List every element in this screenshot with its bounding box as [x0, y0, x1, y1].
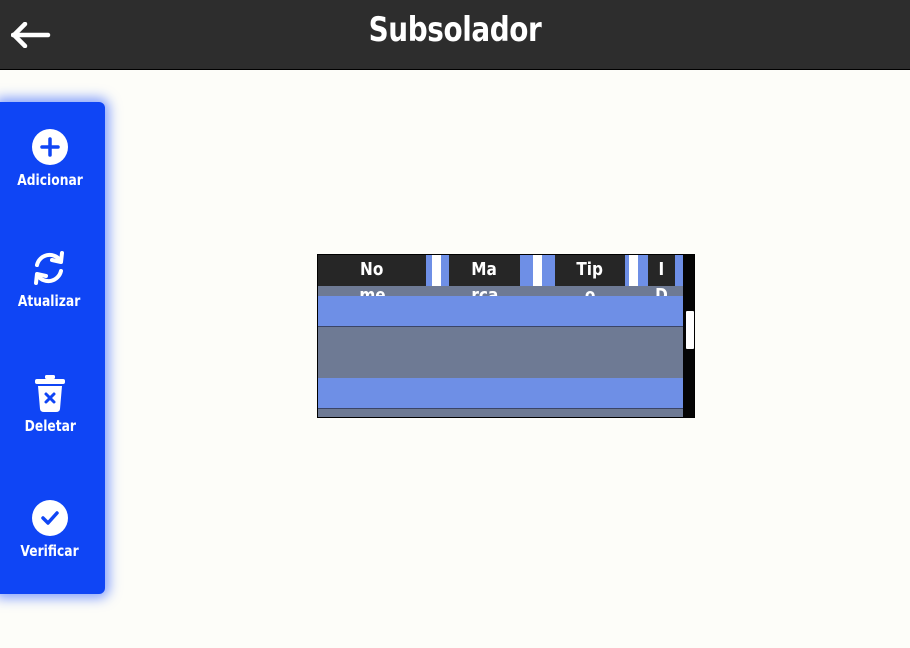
- scrollbar-thumb[interactable]: [686, 311, 694, 349]
- table-header: No me Ma rca Tip o I D: [318, 255, 683, 306]
- arrow-left-icon: [11, 22, 51, 48]
- column-header-nome[interactable]: No me: [318, 255, 426, 306]
- column-header-marca[interactable]: Ma rca: [449, 255, 520, 306]
- verify-button[interactable]: Verificar: [0, 498, 100, 588]
- refresh-button-label: Atualizar: [17, 292, 81, 310]
- column-resize-handle[interactable]: [629, 255, 638, 286]
- table-row[interactable]: [318, 378, 683, 409]
- refresh-button[interactable]: Atualizar: [0, 248, 99, 338]
- column-resize-handle[interactable]: [432, 255, 441, 286]
- add-button-label: Adicionar: [17, 171, 83, 189]
- delete-button[interactable]: Deletar: [0, 373, 100, 463]
- table-row[interactable]: [318, 296, 683, 327]
- app-header: Subsolador: [0, 0, 910, 70]
- data-table: No me Ma rca Tip o I D: [317, 254, 695, 418]
- plus-circle-icon: [30, 127, 70, 167]
- verify-button-label: Verificar: [20, 542, 80, 560]
- delete-button-label: Deletar: [24, 417, 76, 435]
- table-scrollbar[interactable]: [683, 255, 694, 417]
- check-circle-icon: [30, 498, 70, 538]
- add-button[interactable]: Adicionar: [0, 127, 100, 217]
- page-title: Subsolador: [368, 10, 542, 50]
- sidebar: Adicionar Atualizar Deletar Verificar: [0, 102, 105, 594]
- refresh-icon: [29, 248, 69, 288]
- column-header-tipo[interactable]: Tip o: [555, 255, 625, 306]
- column-resize-handle[interactable]: [533, 255, 542, 286]
- column-header-id[interactable]: I D: [648, 255, 675, 306]
- trash-icon: [30, 373, 70, 413]
- back-button[interactable]: [8, 17, 54, 53]
